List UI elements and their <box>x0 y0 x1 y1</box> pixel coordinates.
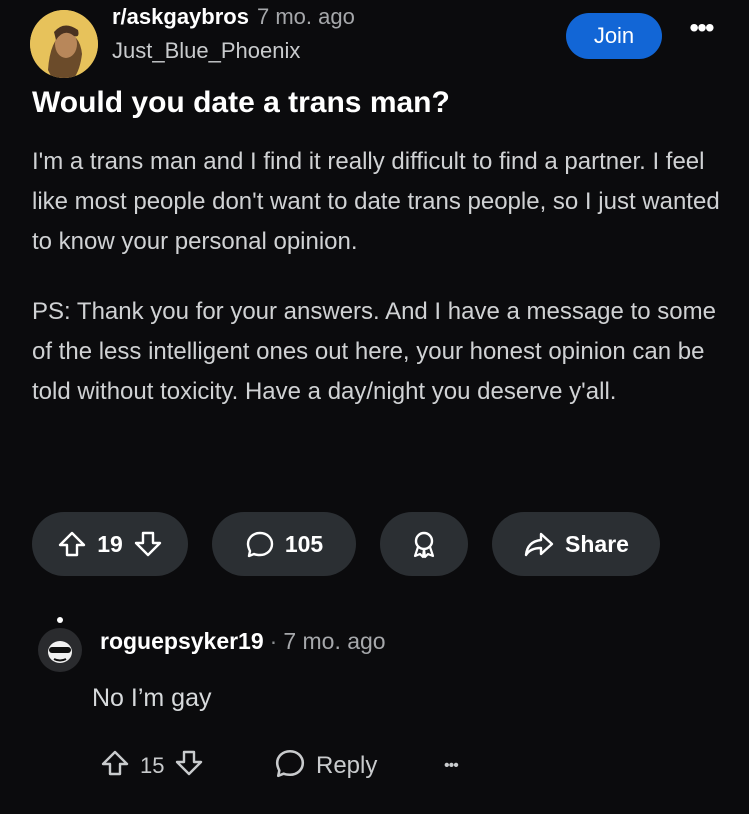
comment-count: 105 <box>284 530 324 557</box>
share-button[interactable]: Share <box>492 512 660 576</box>
meta-separator: · <box>269 628 278 654</box>
arrow-up-icon[interactable] <box>100 748 130 784</box>
vote-pill: 19 <box>32 512 188 576</box>
subreddit-avatar[interactable] <box>30 10 98 78</box>
post-body: I'm a trans man and I find it really dif… <box>32 142 722 442</box>
post-body-paragraph: I'm a trans man and I find it really dif… <box>32 148 720 255</box>
share-arrow-icon <box>523 529 555 559</box>
arrow-up-icon[interactable] <box>57 529 87 559</box>
chat-bubble-icon <box>245 529 275 559</box>
subreddit-name[interactable]: r/askgaybros <box>112 4 249 29</box>
share-label: Share <box>565 530 629 557</box>
reply-button[interactable]: Reply <box>274 744 377 788</box>
arrow-down-icon[interactable] <box>174 748 204 784</box>
award-button[interactable] <box>380 512 468 576</box>
comment-more-button[interactable]: ••• <box>444 744 459 788</box>
vote-count: 19 <box>97 530 123 557</box>
arrow-down-icon[interactable] <box>133 529 163 559</box>
comment-text: No I’m gay <box>92 684 212 712</box>
post-more-button[interactable]: ••• <box>684 14 718 52</box>
subreddit-line: r/askgaybros 7 mo. ago <box>112 4 355 30</box>
award-icon <box>409 529 439 559</box>
chat-bubble-icon <box>274 747 306 785</box>
post-time: 7 mo. ago <box>256 4 355 29</box>
post-title: Would you date a trans man? <box>32 86 450 119</box>
comment-meta: roguepsyker19 · 7 mo. ago <box>100 628 386 655</box>
comment-time: 7 mo. ago <box>283 628 386 654</box>
comments-button[interactable]: 105 <box>212 512 356 576</box>
comment-avatar[interactable] <box>32 616 84 672</box>
comment-vote-group: 15 <box>100 744 204 788</box>
comment-vote-count: 15 <box>140 753 165 778</box>
join-button[interactable]: Join <box>566 13 662 59</box>
post-author[interactable]: Just_Blue_Phoenix <box>112 38 300 64</box>
comment-username[interactable]: roguepsyker19 <box>100 628 264 654</box>
reply-label: Reply <box>316 752 378 779</box>
post-body-paragraph: PS: Thank you for your answers. And I ha… <box>32 298 716 405</box>
